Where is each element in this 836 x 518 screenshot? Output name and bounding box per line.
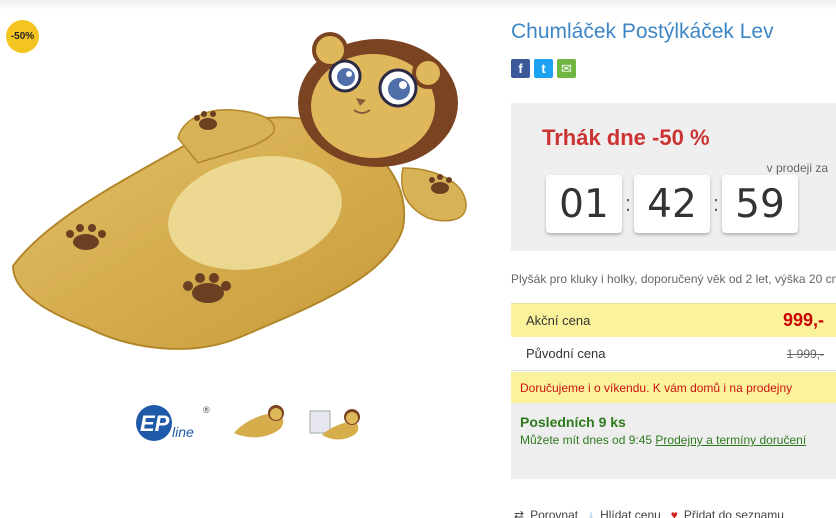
timer-minutes: 42 [634,175,710,233]
action-price-row: Akční cena 999,- [511,303,836,337]
facebook-share-icon[interactable]: f [511,59,530,78]
compare-button[interactable]: ⇄ Porovnat [514,508,578,518]
product-thumbnail-icon [234,405,284,438]
price-watch-button[interactable]: ↓ Hlídat cenu [588,508,661,518]
top-shadow [0,0,836,10]
action-price-value: 999,- [782,310,824,330]
deal-of-day-box: Trhák dne -50 % v prodeji za 01 : 42 : 5… [511,103,836,251]
add-to-list-label: Přidat do seznamu [683,508,784,518]
add-to-list-button[interactable]: ♥ Přidat do seznamu [671,508,784,518]
product-image[interactable] [8,28,498,368]
svg-text:EP: EP [140,411,170,436]
thumbnail-packaging[interactable] [306,400,362,446]
timer-seconds: 59 [722,175,798,233]
stock-title: Posledních 9 ks [520,414,626,430]
compare-icon: ⇄ [514,508,525,518]
product-description: Plyšák pro kluky i holky, doporučený věk… [511,272,836,286]
original-price-value: 1 999,- [786,346,824,361]
deal-title: Trhák dne -50 % [542,125,710,150]
share-buttons: f t ✉ [511,59,576,78]
countdown-timer: 01 : 42 : 59 [546,175,798,233]
discount-badge: -50% [6,20,39,53]
svg-text:line: line [172,424,194,440]
delivery-notice: Doručujeme i o víkendu. K vám domů i na … [511,372,836,403]
original-price-row: Původní cena 1 999,- [511,337,836,371]
thumbnail-brand-logo[interactable]: EP line [130,400,214,446]
price-watch-icon: ↓ [588,508,595,518]
thumbnail-product[interactable] [232,400,288,446]
deal-subtitle: v prodeji za [766,161,828,175]
compare-label: Porovnat [530,508,579,518]
timer-hours: 01 [546,175,622,233]
heart-icon: ♥ [670,508,678,518]
packaging-thumbnail-icon [309,409,360,440]
twitter-share-icon[interactable]: t [534,59,553,78]
product-actions: ⇄ Porovnat ↓ Hlídat cenu ♥ Přidat do sez… [514,508,784,518]
stock-availability-text: Můžete mít dnes od 9:45 [520,433,653,447]
brand-logo-icon: EP line [136,405,194,441]
stores-delivery-link[interactable]: Prodejny a termíny doručení [655,433,806,447]
stock-box: Posledních 9 ks Můžete mít dnes od 9:45 … [511,403,836,479]
timer-separator: : [712,191,720,216]
stock-availability: Můžete mít dnes od 9:45 Prodejny a termí… [520,433,827,447]
email-share-icon[interactable]: ✉ [557,59,576,78]
action-price-label: Akční cena [526,313,591,328]
product-title: Chumláček Postýlkáček Lev [511,20,774,43]
registered-mark: ® [203,405,210,415]
original-price-label: Původní cena [526,346,606,361]
price-watch-label: Hlídat cenu [600,508,661,518]
thumbnail-strip: EP line [130,400,362,446]
timer-separator: : [624,191,632,216]
